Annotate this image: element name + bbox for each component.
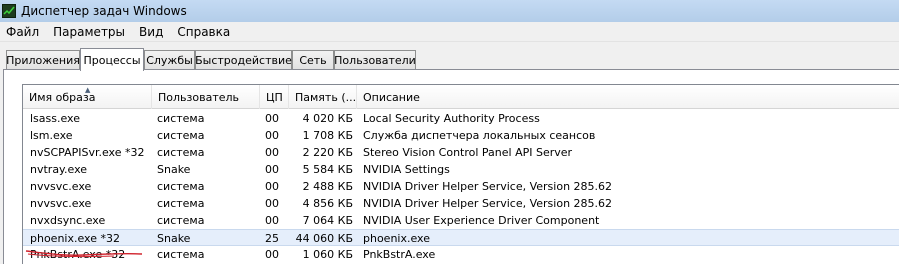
table-cell: nvSCPAPISvr.exe *32 xyxy=(30,146,145,159)
table-cell: 44 060 КБ xyxy=(295,232,353,245)
table-cell: система xyxy=(157,214,205,227)
tab-users[interactable]: Пользователи xyxy=(334,50,416,70)
table-row[interactable]: PnkBstrA.exe *32 система 00 1 060 КБ PnkBstr… xyxy=(23,246,899,263)
table-row[interactable]: nvvsvc.exe система 00 4 856 КБ NVIDIA Driver… xyxy=(23,195,899,212)
table-row[interactable]: nvxdsync.exe система 00 7 064 КБ NVIDIA User… xyxy=(23,212,899,229)
menu-file[interactable]: Файл xyxy=(0,25,47,39)
tab-network[interactable]: Сеть xyxy=(292,50,334,70)
table-cell: phoenix.exe xyxy=(363,232,430,245)
table-cell: NVIDIA Settings xyxy=(363,163,450,176)
column-header-description[interactable]: Описание xyxy=(357,85,899,109)
process-list[interactable]: Имя образа ▲ Пользователь ЦП Память (...… xyxy=(22,84,899,264)
tab-services[interactable]: Службы xyxy=(144,50,195,70)
table-cell: Snake xyxy=(157,232,191,245)
table-cell: NVIDIA Driver Helper Service, Version 28… xyxy=(363,197,613,210)
table-cell: система xyxy=(157,146,205,159)
table-cell: nvvsvc.exe xyxy=(30,197,92,210)
table-cell: 00 xyxy=(265,180,279,193)
menu-view[interactable]: Вид xyxy=(133,25,171,39)
table-cell: 00 xyxy=(265,197,279,210)
table-row[interactable]: nvvsvc.exe система 00 2 488 КБ NVIDIA Driver… xyxy=(23,178,899,195)
table-cell: 00 xyxy=(265,163,279,176)
table-cell: 7 064 КБ xyxy=(302,214,353,227)
table-cell: nvvsvc.exe xyxy=(30,180,92,193)
table-cell: система xyxy=(157,197,205,210)
table-cell: 1 060 КБ xyxy=(302,248,353,261)
table-cell: 4 020 КБ xyxy=(302,112,353,125)
table-cell: Stereo Vision Control Panel API Server xyxy=(363,146,573,159)
table-row[interactable]: nvtray.exe Snake 00 5 584 КБ NVIDIA Settings xyxy=(23,161,899,178)
column-header-cpu[interactable]: ЦП xyxy=(260,85,289,109)
column-header-label: ЦП xyxy=(266,90,283,104)
table-cell: 25 xyxy=(265,232,279,245)
table-cell: 00 xyxy=(265,214,279,227)
table-cell: система xyxy=(157,112,205,125)
taskmgr-app-icon xyxy=(2,4,16,18)
table-row[interactable]: lsass.exe система 00 4 020 КБ Local Security… xyxy=(23,110,899,127)
table-cell: nvxdsync.exe xyxy=(30,214,106,227)
window-title: Диспетчер задач Windows xyxy=(21,4,187,18)
tab-processes[interactable]: Процессы xyxy=(80,48,144,71)
sort-ascending-icon: ▲ xyxy=(85,86,91,94)
table-row[interactable]: lsm.exe система 00 1 708 КБ Служба диспетчер… xyxy=(23,127,899,144)
table-cell: NVIDIA Driver Helper Service, Version 28… xyxy=(363,180,613,193)
table-cell: lsm.exe xyxy=(30,129,73,142)
title-bar: Диспетчер задач Windows xyxy=(0,0,899,22)
column-header-memory[interactable]: Память (... xyxy=(289,85,357,109)
menu-options[interactable]: Параметры xyxy=(47,25,133,39)
table-cell: 1 708 КБ xyxy=(302,129,353,142)
table-cell: phoenix.exe *32 xyxy=(30,232,120,245)
tab-applications[interactable]: Приложения xyxy=(6,50,80,70)
table-row[interactable]: phoenix.exe *32 Snake 25 44 060 КБ phoenix.e… xyxy=(23,229,899,246)
tab-strip: Приложения Процессы Службы Быстродействи… xyxy=(0,42,899,71)
table-cell: система xyxy=(157,180,205,193)
red-underline-annotation xyxy=(25,250,143,258)
column-header-row: Имя образа ▲ Пользователь ЦП Память (...… xyxy=(23,85,899,109)
table-cell: 5 584 КБ xyxy=(302,163,353,176)
table-cell: 00 xyxy=(265,112,279,125)
table-cell: 00 xyxy=(265,129,279,142)
table-cell: NVIDIA User Experience Driver Component xyxy=(363,214,600,227)
table-cell: 00 xyxy=(265,248,279,261)
table-cell: lsass.exe xyxy=(30,112,80,125)
table-cell: PnkBstrA.exe xyxy=(363,248,436,261)
table-cell: nvtray.exe xyxy=(30,163,88,176)
table-cell: система xyxy=(157,129,205,142)
tab-performance[interactable]: Быстродействие xyxy=(195,50,292,70)
column-header-label: Описание xyxy=(363,90,420,104)
table-cell: 2 488 КБ xyxy=(302,180,353,193)
table-cell: 4 856 КБ xyxy=(302,197,353,210)
column-header-label: Память (... xyxy=(295,90,357,104)
table-cell: Local Security Authority Process xyxy=(363,112,540,125)
column-header-user[interactable]: Пользователь xyxy=(152,85,260,109)
menu-help[interactable]: Справка xyxy=(171,25,238,39)
menu-bar: Файл Параметры Вид Справка xyxy=(0,22,899,42)
table-cell: Служба диспетчера локальных сеансов xyxy=(363,129,596,142)
table-cell: 2 220 КБ xyxy=(302,146,353,159)
column-header-label: Пользователь xyxy=(158,90,240,104)
table-cell: Snake xyxy=(157,163,191,176)
table-row[interactable]: nvSCPAPISvr.exe *32 система 00 2 220 КБ Ster… xyxy=(23,144,899,161)
table-cell: система xyxy=(157,248,205,261)
table-cell: 00 xyxy=(265,146,279,159)
